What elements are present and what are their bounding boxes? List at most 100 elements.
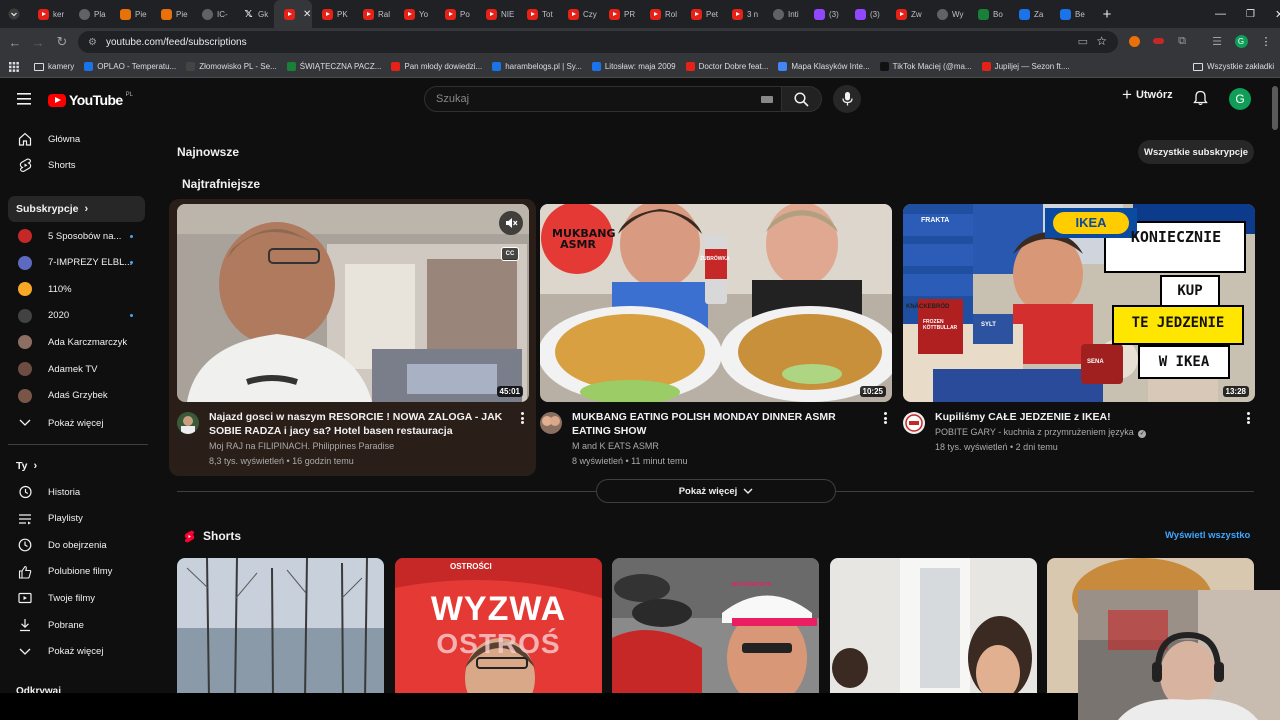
extensions-puzzle-icon[interactable]: ⧉ [1175, 34, 1189, 48]
restore-icon[interactable]: ❐ [1246, 9, 1255, 20]
browser-tab[interactable]: Pie [110, 0, 151, 28]
browser-tab[interactable]: Pie [151, 0, 192, 28]
notifications-bell-icon[interactable] [1193, 90, 1208, 111]
bookmark-favicon-icon [685, 62, 695, 71]
thumbnail-image [177, 558, 384, 698]
browser-tab[interactable]: Pla [69, 0, 110, 28]
video-menu-icon[interactable] [1243, 411, 1253, 425]
video-title[interactable]: MUKBANG EATING POLISH MONDAY DINNER ASMR… [572, 410, 872, 438]
bookmark-item[interactable]: Litosław: maja 2009 [587, 62, 681, 71]
search-input[interactable]: Szukaj [424, 86, 782, 112]
address-bar[interactable]: ⚙ youtube.com/feed/subscriptions ▭ ☆ [78, 31, 1118, 53]
browser-tab[interactable]: Ral [353, 0, 394, 28]
browser-tab[interactable]: Pet [681, 0, 722, 28]
browser-tab[interactable]: Za [1009, 0, 1050, 28]
reading-list-icon[interactable]: ☰ [1210, 34, 1224, 48]
create-button[interactable]: + Utwórz [1122, 86, 1173, 103]
video-title[interactable]: Najazd gosci w naszym RESORCIE ! NOWA ZA… [209, 410, 509, 438]
browser-tab[interactable]: ✕ [274, 0, 312, 28]
shorts-view-all-link[interactable]: Wyświetl wszystko [1165, 530, 1250, 541]
all-bookmarks-folder[interactable]: Wszystkie zakładki [1188, 62, 1279, 71]
browser-tab[interactable]: PK [312, 0, 353, 28]
all-subscriptions-button[interactable]: Wszystkie subskrypcje [1138, 140, 1254, 164]
browser-tab[interactable]: IC- [192, 0, 233, 28]
mute-icon[interactable] [499, 211, 523, 235]
short-thumbnail-4[interactable] [830, 558, 1037, 698]
guide-menu-icon[interactable] [17, 92, 31, 110]
bookmark-item[interactable]: harambelogs.pl | Sy... [487, 62, 587, 71]
reload-icon[interactable]: ↻ [50, 30, 74, 54]
browser-tab[interactable]: ker [28, 0, 69, 28]
bookmark-star-icon[interactable]: ☆ [1096, 34, 1107, 48]
video-meta: 8 wyświetleń • 11 minut temu [572, 456, 688, 466]
back-icon[interactable]: ← [3, 30, 27, 54]
browser-tab[interactable]: Tot [517, 0, 558, 28]
bookmark-item[interactable]: Doctor Dobre feat... [681, 62, 774, 71]
page-scrollbar[interactable] [1272, 86, 1278, 130]
video-thumbnail-2[interactable]: MUKBANG ASMR ŻUBRÓWKA 10:25 [540, 204, 892, 402]
show-more-button[interactable]: Pokaż więcej [596, 479, 836, 503]
short-thumbnail-3[interactable]: MOTORSPORTS [612, 558, 819, 698]
bookmark-item[interactable]: TikTok Maciej (@ma... [875, 62, 977, 71]
browser-tab[interactable]: Be [1050, 0, 1091, 28]
browser-tab[interactable]: (3) [804, 0, 845, 28]
video-title[interactable]: Kupiliśmy CAŁE JEDZENIE z IKEA! [935, 410, 1235, 424]
tab-label: (3) [829, 9, 839, 19]
close-tab-icon[interactable]: ✕ [303, 9, 311, 20]
browser-tab[interactable]: Bo [968, 0, 1009, 28]
channel-name[interactable]: POBITE GARY - kuchnia z przymrużeniem ję… [935, 425, 1147, 440]
bookmark-item[interactable]: Mapa Klasyków Inte... [773, 62, 874, 71]
channel-name[interactable]: M and K EATS ASMR [572, 439, 659, 454]
browser-tab[interactable]: Rol [640, 0, 681, 28]
youtube-logo[interactable]: YouTube PL [48, 92, 133, 108]
extension-red-icon[interactable] [1151, 34, 1165, 48]
browser-tab[interactable]: Wy [927, 0, 968, 28]
tab-label: Tot [542, 9, 553, 19]
browser-tab[interactable]: (3) [845, 0, 886, 28]
new-tab-button[interactable]: + [1095, 2, 1119, 26]
bookmark-item[interactable]: Jupiljej — Sezon ft.... [977, 62, 1075, 71]
channel-name[interactable]: Moj RAJ na FILIPINACH. Philippines Parad… [209, 439, 394, 454]
video-menu-icon[interactable] [517, 411, 527, 425]
profile-avatar-icon[interactable]: G [1234, 34, 1248, 48]
captions-icon[interactable]: CC [501, 247, 519, 261]
browser-menu-icon[interactable]: ⋮ [1259, 34, 1273, 48]
extension-orange-icon[interactable] [1127, 34, 1141, 48]
browser-tab[interactable]: 𝕏 Gk [233, 0, 274, 28]
short-thumbnail-2[interactable]: OSTROŚCI WYZWA OSTROŚ [395, 558, 602, 698]
minimize-icon[interactable]: — [1215, 8, 1226, 20]
browser-tab[interactable]: NIE [476, 0, 517, 28]
browser-tab[interactable]: Inti [763, 0, 804, 28]
browser-tab[interactable]: Po [435, 0, 476, 28]
browser-tab[interactable]: 3 n [722, 0, 763, 28]
install-app-icon[interactable]: ▭ [1078, 35, 1088, 48]
channel-avatar[interactable] [540, 412, 562, 434]
video-menu-icon[interactable] [880, 411, 890, 425]
browser-tab[interactable]: Yo [394, 0, 435, 28]
video-thumbnail-3[interactable]: IKEA KONIECZNIE KUP TE JEDZENIE W IKEA F… [903, 204, 1255, 402]
bookmark-item[interactable]: ŚWIĄTECZNA PACZ... [282, 62, 387, 71]
search-button[interactable] [782, 86, 822, 112]
browser-tab[interactable]: PR [599, 0, 640, 28]
bookmark-item[interactable]: OPLAO - Temperatu... [79, 62, 181, 71]
bookmark-item[interactable]: Złomowisko PL - Se... [181, 62, 282, 71]
masthead: YouTube PL Szukaj + Utwórz G [0, 78, 1280, 120]
account-avatar[interactable]: G [1229, 88, 1251, 110]
channel-avatar[interactable] [903, 412, 925, 434]
video-thumbnail-1[interactable]: CC 45:01 [177, 204, 529, 402]
apps-grid-icon[interactable] [0, 61, 29, 72]
voice-search-button[interactable] [833, 85, 861, 113]
bookmark-item[interactable]: kamery [29, 62, 79, 71]
site-info-icon[interactable]: ⚙ [88, 37, 97, 48]
short-thumbnail-1[interactable] [177, 558, 384, 698]
forward-icon[interactable]: → [26, 30, 50, 54]
grey-icon [937, 8, 948, 20]
close-window-icon[interactable]: ✕ [1275, 8, 1280, 21]
microphone-icon [841, 92, 853, 106]
browser-tab[interactable]: Zw [886, 0, 927, 28]
browser-tab[interactable]: Czy [558, 0, 599, 28]
tab-search-icon[interactable] [0, 2, 28, 26]
keyboard-icon[interactable] [761, 96, 773, 103]
channel-avatar[interactable] [177, 412, 199, 434]
bookmark-item[interactable]: Pan młody dowiedzi... [386, 62, 487, 71]
